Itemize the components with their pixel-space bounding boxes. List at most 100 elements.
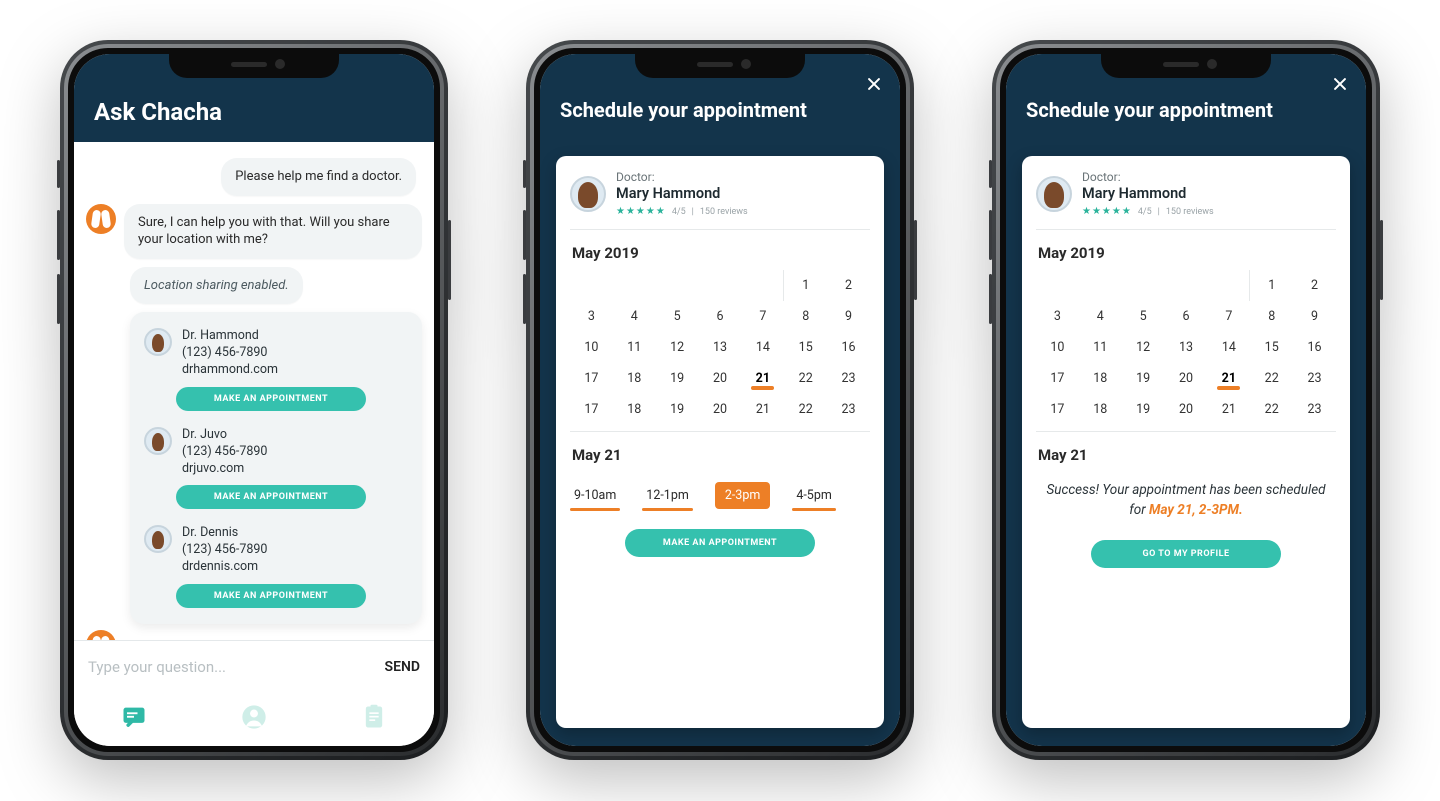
tab-clipboard-icon[interactable] [360,703,388,735]
rating-stars-icon: ★★★★★ [1082,206,1132,219]
time-slot[interactable]: 9-10am [570,482,620,509]
calendar-day[interactable]: 17 [570,363,613,394]
phone-notch [169,50,339,78]
calendar-day[interactable]: 19 [1122,363,1165,394]
calendar-day[interactable]: 9 [827,301,870,332]
calendar-day[interactable]: 2 [1293,270,1336,301]
make-appointment-button[interactable]: MAKE AN APPOINTMENT [176,387,366,411]
calendar-day-selected[interactable]: 21 [741,363,784,394]
calendar-day[interactable] [741,270,784,301]
reviews-count: 150 reviews [1166,207,1214,218]
calendar-day[interactable] [1122,270,1165,301]
calendar-day[interactable]: 3 [1036,301,1079,332]
calendar-day[interactable] [1207,270,1250,301]
calendar-day[interactable]: 20 [699,394,742,425]
go-to-profile-button[interactable]: GO TO MY PROFILE [1091,540,1281,568]
close-icon[interactable] [1332,76,1348,92]
calendar-day[interactable]: 20 [699,363,742,394]
tab-profile-icon[interactable] [240,703,268,735]
calendar-day[interactable]: 22 [784,394,827,425]
calendar-day[interactable]: 6 [699,301,742,332]
calendar-day[interactable]: 15 [1250,332,1293,363]
time-slot-selected[interactable]: 2-3pm [715,482,771,509]
success-highlight: May 21, 2-3PM. [1149,502,1243,518]
calendar-day[interactable]: 17 [1036,394,1079,425]
calendar-day[interactable]: 4 [1079,301,1122,332]
calendar-day[interactable] [613,270,656,301]
calendar-day[interactable]: 23 [827,394,870,425]
calendar-day[interactable]: 22 [784,363,827,394]
calendar-day[interactable]: 16 [1293,332,1336,363]
calendar-day[interactable] [656,270,699,301]
calendar-day[interactable]: 12 [656,332,699,363]
calendar-day[interactable]: 10 [1036,332,1079,363]
calendar-day[interactable]: 15 [784,332,827,363]
calendar-day[interactable]: 20 [1165,394,1208,425]
divider [570,431,870,432]
doctor-header: Doctor: Mary Hammond ★★★★★ 4/5 | 150 rev… [570,170,870,230]
tab-bar [74,692,434,746]
calendar-day[interactable]: 10 [570,332,613,363]
calendar-day[interactable] [570,270,613,301]
calendar-day-selected[interactable]: 21 [1207,363,1250,394]
calendar-day[interactable]: 20 [1165,363,1208,394]
send-button[interactable]: SEND [385,659,420,675]
calendar-day[interactable] [1079,270,1122,301]
calendar-day[interactable]: 8 [784,301,827,332]
calendar-day[interactable]: 16 [827,332,870,363]
calendar-day[interactable]: 3 [570,301,613,332]
calendar-day[interactable] [1165,270,1208,301]
calendar-day[interactable] [699,270,742,301]
doctor-info: Dr. Juvo (123) 456-7890 drjuvo.com [182,427,267,478]
calendar-day[interactable]: 13 [1165,332,1208,363]
tab-chat-icon[interactable] [120,703,148,735]
time-slot[interactable]: 4-5pm [792,482,836,509]
calendar-day[interactable]: 14 [1207,332,1250,363]
calendar-day[interactable]: 21 [1207,394,1250,425]
calendar-day[interactable]: 18 [1079,363,1122,394]
make-appointment-button[interactable]: MAKE AN APPOINTMENT [176,485,366,509]
calendar-day[interactable]: 23 [827,363,870,394]
calendar-day[interactable]: 8 [1250,301,1293,332]
calendar-day[interactable]: 11 [613,332,656,363]
calendar-day[interactable]: 14 [741,332,784,363]
calendar-day[interactable]: 1 [1250,270,1293,301]
doctor-result: Dr. Dennis (123) 456-7890 drdennis.com [140,515,412,576]
doctor-site: drhammond.com [182,362,278,379]
calendar-day[interactable]: 11 [1079,332,1122,363]
calendar-day[interactable]: 6 [1165,301,1208,332]
calendar-week: 1 2 [1036,270,1336,301]
calendar-day[interactable]: 5 [656,301,699,332]
make-appointment-button[interactable]: MAKE AN APPOINTMENT [176,584,366,608]
calendar-day[interactable]: 7 [1207,301,1250,332]
doctor-phone: (123) 456-7890 [182,542,267,559]
calendar-day[interactable]: 9 [1293,301,1336,332]
calendar-day[interactable]: 18 [1079,394,1122,425]
calendar-day[interactable]: 19 [656,394,699,425]
calendar-day[interactable]: 1 [784,270,827,301]
calendar-day[interactable]: 17 [1036,363,1079,394]
calendar-day[interactable]: 23 [1293,394,1336,425]
calendar-day[interactable]: 17 [570,394,613,425]
calendar-day[interactable]: 22 [1250,394,1293,425]
calendar-day[interactable]: 5 [1122,301,1165,332]
calendar-day[interactable]: 7 [741,301,784,332]
close-icon[interactable] [866,76,882,92]
calendar-day[interactable]: 23 [1293,363,1336,394]
calendar-day[interactable]: 4 [613,301,656,332]
calendar-day[interactable]: 19 [656,363,699,394]
calendar-day[interactable]: 18 [613,394,656,425]
chat-row-system: Location sharing enabled. [86,267,422,305]
chat-input[interactable]: Type your question... [88,658,375,676]
calendar-day[interactable] [1036,270,1079,301]
calendar-day[interactable]: 18 [613,363,656,394]
time-slot[interactable]: 12-1pm [642,482,693,509]
make-appointment-button[interactable]: MAKE AN APPOINTMENT [625,529,815,557]
calendar-day[interactable]: 2 [827,270,870,301]
calendar-day[interactable]: 21 [741,394,784,425]
calendar-day[interactable]: 12 [1122,332,1165,363]
calendar-day[interactable]: 22 [1250,363,1293,394]
calendar-day[interactable]: 13 [699,332,742,363]
calendar-day[interactable]: 19 [1122,394,1165,425]
phone-notch [635,50,805,78]
